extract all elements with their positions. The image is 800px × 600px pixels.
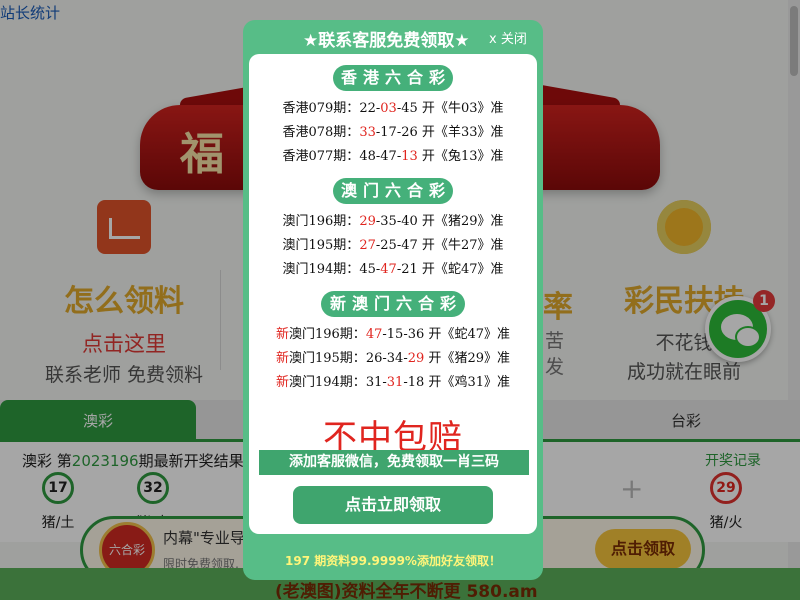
section-hk-title: 香港六合彩: [333, 65, 453, 91]
draw-row: 澳门196期：29-35-40 开《猪29》准: [282, 214, 504, 229]
modal-title: ★联系客服免费领取★: [303, 31, 470, 51]
modal-content: 香港六合彩 香港079期：22-03-45 开《牛03》准 香港078期：33-…: [249, 54, 537, 534]
draw-row: 香港077期：48-47-13 开《兔13》准: [282, 149, 504, 164]
wechat-note: 添加客服微信，免费领取一肖三码: [259, 450, 529, 475]
draw-row: 澳门194期：45-47-21 开《蛇47》准: [282, 262, 504, 277]
claim-now-button[interactable]: 点击立即领取: [293, 486, 493, 524]
draw-row: 香港078期：33-17-26 开《羊33》准: [282, 125, 504, 140]
promo-modal: ★联系客服免费领取★ x 关闭 香港六合彩 香港079期：22-03-45 开《…: [243, 20, 543, 580]
section-macau-title: 澳门六合彩: [333, 178, 453, 204]
section-new-macau-title: 新澳门六合彩: [321, 291, 465, 317]
draw-row: 新澳门196期：47-15-36 开《蛇47》准: [275, 327, 511, 342]
close-button[interactable]: x 关闭: [489, 28, 527, 47]
draw-row: 新澳门195期：26-34-29 开《猪29》准: [275, 351, 511, 366]
draw-row: 澳门195期：27-25-47 开《牛27》准: [282, 238, 504, 253]
draw-row: 香港079期：22-03-45 开《牛03》准: [282, 101, 504, 116]
draw-row: 新澳门194期：31-31-18 开《鸡31》准: [275, 375, 511, 390]
modal-footer-note: 197 期资料99.9999%添加好友领取！: [285, 554, 501, 568]
